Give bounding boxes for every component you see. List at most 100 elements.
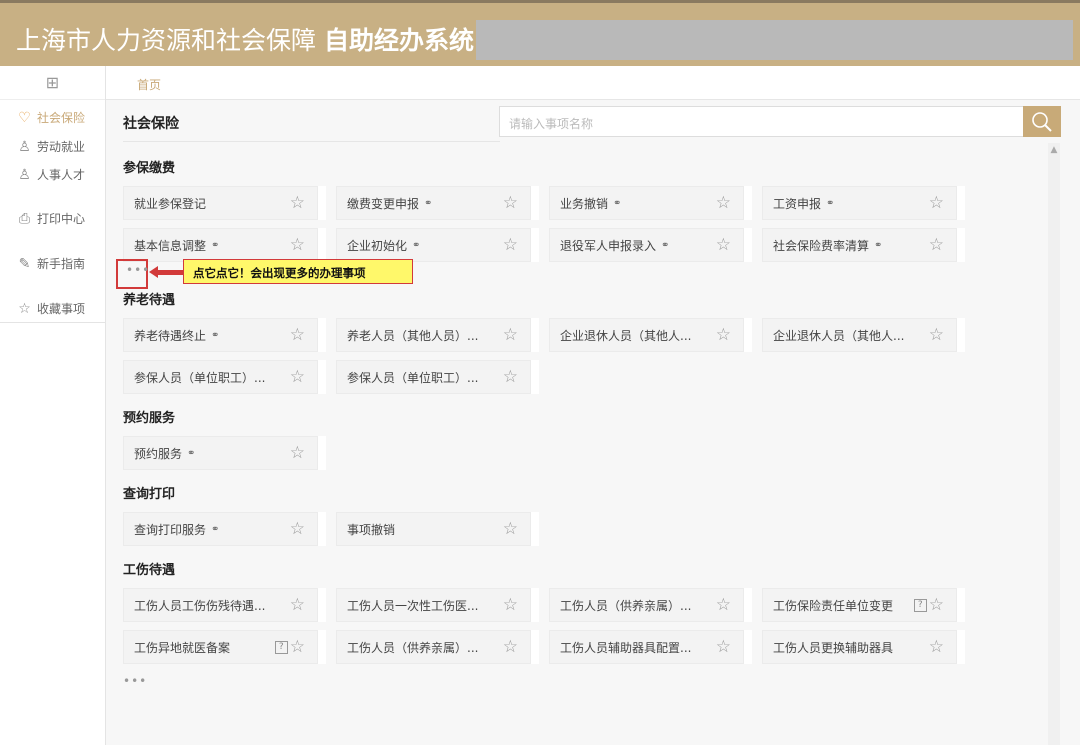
service-tile[interactable]: 养老人员（其他人员）... ☆ bbox=[336, 318, 531, 352]
scroll-up-icon[interactable]: ▲ bbox=[1048, 145, 1060, 155]
service-tile[interactable]: 工伤人员一次性工伤医... ☆ bbox=[336, 588, 531, 622]
shield-heart-icon: ♡ bbox=[18, 109, 31, 126]
service-tile[interactable]: 查询打印服务 ⚭ ☆ bbox=[123, 512, 318, 546]
favorite-star-icon[interactable]: ☆ bbox=[716, 638, 731, 656]
service-tile[interactable]: 工伤人员（供养亲属）... ☆ bbox=[549, 588, 744, 622]
service-label: 预约服务 bbox=[134, 446, 183, 461]
service-tile[interactable]: 工伤保险责任单位变更? ☆ bbox=[762, 588, 957, 622]
service-tile[interactable]: 事项撤销 ☆ bbox=[336, 512, 531, 546]
apps-grid-icon[interactable]: ⊞ bbox=[0, 66, 105, 100]
service-tile[interactable]: 工资申报 ⚭ ☆ bbox=[762, 186, 957, 220]
favorite-star-icon[interactable]: ☆ bbox=[503, 596, 518, 614]
favorite-star-icon[interactable]: ☆ bbox=[716, 236, 731, 254]
tile-actions: ☆ bbox=[290, 326, 305, 344]
favorite-star-icon[interactable]: ☆ bbox=[503, 326, 518, 344]
help-icon[interactable]: ? bbox=[913, 598, 927, 612]
section-title: 查询打印 bbox=[123, 487, 176, 502]
sidebar-divider bbox=[0, 322, 106, 323]
app-title-org: 上海市人力资源和社会保障 bbox=[16, 26, 317, 55]
help-icon[interactable]: ? bbox=[274, 640, 288, 654]
service-label: 查询打印服务 bbox=[134, 522, 207, 537]
service-label: 工伤人员一次性工伤医... bbox=[347, 598, 479, 613]
favorite-star-icon[interactable]: ☆ bbox=[290, 638, 305, 656]
service-label: 养老人员（其他人员）... bbox=[347, 328, 479, 343]
favorite-star-icon[interactable]: ☆ bbox=[503, 520, 518, 538]
service-label: 工伤人员（供养亲属）... bbox=[347, 640, 479, 655]
favorite-star-icon[interactable]: ☆ bbox=[929, 596, 944, 614]
service-tile[interactable]: 工伤异地就医备案? ☆ bbox=[123, 630, 318, 664]
show-more-button[interactable]: ••• bbox=[126, 263, 150, 277]
favorite-star-icon[interactable]: ☆ bbox=[503, 638, 518, 656]
service-tile[interactable]: 参保人员（单位职工）... ☆ bbox=[336, 360, 531, 394]
sidebar-item-3[interactable]: ⎙ 打印中心 bbox=[17, 210, 85, 227]
tile-actions: ? ☆ bbox=[913, 596, 944, 614]
service-label: 退役军人申报录入 bbox=[560, 238, 657, 253]
favorite-star-icon[interactable]: ☆ bbox=[929, 326, 944, 344]
service-label: 参保人员（单位职工）... bbox=[347, 370, 479, 385]
favorite-star-icon[interactable]: ☆ bbox=[503, 236, 518, 254]
service-tile[interactable]: 退役军人申报录入 ⚭ ☆ bbox=[549, 228, 744, 262]
link-icon: ⚭ bbox=[211, 523, 220, 535]
service-tile[interactable]: 参保人员（单位职工）... ☆ bbox=[123, 360, 318, 394]
sidebar-item-label: 新手指南 bbox=[37, 257, 86, 271]
favorite-star-icon[interactable]: ☆ bbox=[503, 368, 518, 386]
tile-actions: ☆ bbox=[929, 326, 944, 344]
favorite-star-icon[interactable]: ☆ bbox=[290, 444, 305, 462]
service-tile[interactable]: 社会保险费率清算 ⚭ ☆ bbox=[762, 228, 957, 262]
favorite-star-icon[interactable]: ☆ bbox=[716, 194, 731, 212]
service-tile[interactable]: 缴费变更申报 ⚭ ☆ bbox=[336, 186, 531, 220]
service-tile[interactable]: 企业初始化 ⚭ ☆ bbox=[336, 228, 531, 262]
favorite-star-icon[interactable]: ☆ bbox=[503, 194, 518, 212]
show-more-button[interactable]: ••• bbox=[123, 674, 147, 688]
favorite-star-icon[interactable]: ☆ bbox=[929, 236, 944, 254]
link-icon: ⚭ bbox=[613, 197, 622, 209]
service-tile[interactable]: 养老待遇终止 ⚭ ☆ bbox=[123, 318, 318, 352]
service-tile[interactable]: 工伤人员工伤伤残待遇... ☆ bbox=[123, 588, 318, 622]
sidebar-item-5[interactable]: ☆ 收藏事项 bbox=[17, 300, 85, 317]
tile-actions: ☆ bbox=[290, 194, 305, 212]
tile-actions: ☆ bbox=[290, 236, 305, 254]
favorite-star-icon[interactable]: ☆ bbox=[290, 194, 305, 212]
sidebar-item-label: 社会保险 bbox=[37, 111, 86, 125]
favorite-star-icon[interactable]: ☆ bbox=[716, 596, 731, 614]
section-title: 预约服务 bbox=[123, 411, 176, 426]
favorite-star-icon[interactable]: ☆ bbox=[929, 638, 944, 656]
service-tile[interactable]: 预约服务 ⚭ ☆ bbox=[123, 436, 318, 470]
favorite-star-icon[interactable]: ☆ bbox=[290, 596, 305, 614]
link-icon: ⚭ bbox=[211, 329, 220, 341]
section-1: 养老待遇 养老待遇终止 ⚭ ☆ 养老人员（其他人员）... ☆ 企业退休人员（其他人... ☆… bbox=[123, 292, 1023, 394]
service-tile[interactable]: 企业退休人员（其他人... ☆ bbox=[762, 318, 957, 352]
favorite-star-icon[interactable]: ☆ bbox=[290, 368, 305, 386]
sidebar-item-1[interactable]: ♙ 劳动就业 bbox=[17, 138, 85, 155]
link-icon: ⚭ bbox=[424, 197, 433, 209]
favorite-star-icon[interactable]: ☆ bbox=[716, 326, 731, 344]
service-tile[interactable]: 工伤人员辅助器具配置... ☆ bbox=[549, 630, 744, 664]
service-label: 工伤人员工伤伤残待遇... bbox=[134, 598, 266, 613]
sidebar-item-2[interactable]: ♙ 人事人才 bbox=[17, 166, 85, 183]
scrollbar[interactable]: ▲ bbox=[1048, 143, 1060, 745]
service-label: 工伤人员更换辅助器具 bbox=[773, 640, 894, 655]
favorite-star-icon[interactable]: ☆ bbox=[290, 236, 305, 254]
sidebar-item-4[interactable]: ✎ 新手指南 bbox=[17, 255, 85, 272]
favorite-star-icon[interactable]: ☆ bbox=[290, 520, 305, 538]
sidebar-item-0[interactable]: ♡ 社会保险 bbox=[17, 109, 85, 126]
search-input[interactable]: 请输入事项名称 bbox=[499, 106, 1024, 137]
section-title: 参保缴费 bbox=[123, 161, 176, 176]
service-label: 参保人员（单位职工）... bbox=[134, 370, 266, 385]
service-tile[interactable]: 就业参保登记 ☆ bbox=[123, 186, 318, 220]
service-tile[interactable]: 企业退休人员（其他人... ☆ bbox=[549, 318, 744, 352]
service-tile[interactable]: 基本信息调整 ⚭ ☆ bbox=[123, 228, 318, 262]
service-tile[interactable]: 业务撤销 ⚭ ☆ bbox=[549, 186, 744, 220]
section-3: 查询打印 查询打印服务 ⚭ ☆ 事项撤销 ☆ bbox=[123, 486, 1023, 546]
service-tile[interactable]: 工伤人员（供养亲属）... ☆ bbox=[336, 630, 531, 664]
search-button[interactable] bbox=[1023, 106, 1061, 137]
service-label: 工伤人员（供养亲属）... bbox=[560, 598, 692, 613]
arrow-icon bbox=[149, 266, 183, 278]
service-tile[interactable]: 工伤人员更换辅助器具 ☆ bbox=[762, 630, 957, 664]
sidebar-item-label: 收藏事项 bbox=[37, 302, 86, 316]
breadcrumb-home[interactable]: 首页 bbox=[137, 76, 161, 93]
favorite-star-icon[interactable]: ☆ bbox=[290, 326, 305, 344]
favorite-star-icon[interactable]: ☆ bbox=[929, 194, 944, 212]
service-label: 工伤异地就医备案 bbox=[134, 640, 231, 655]
section-2: 预约服务 预约服务 ⚭ ☆ bbox=[123, 410, 1023, 470]
